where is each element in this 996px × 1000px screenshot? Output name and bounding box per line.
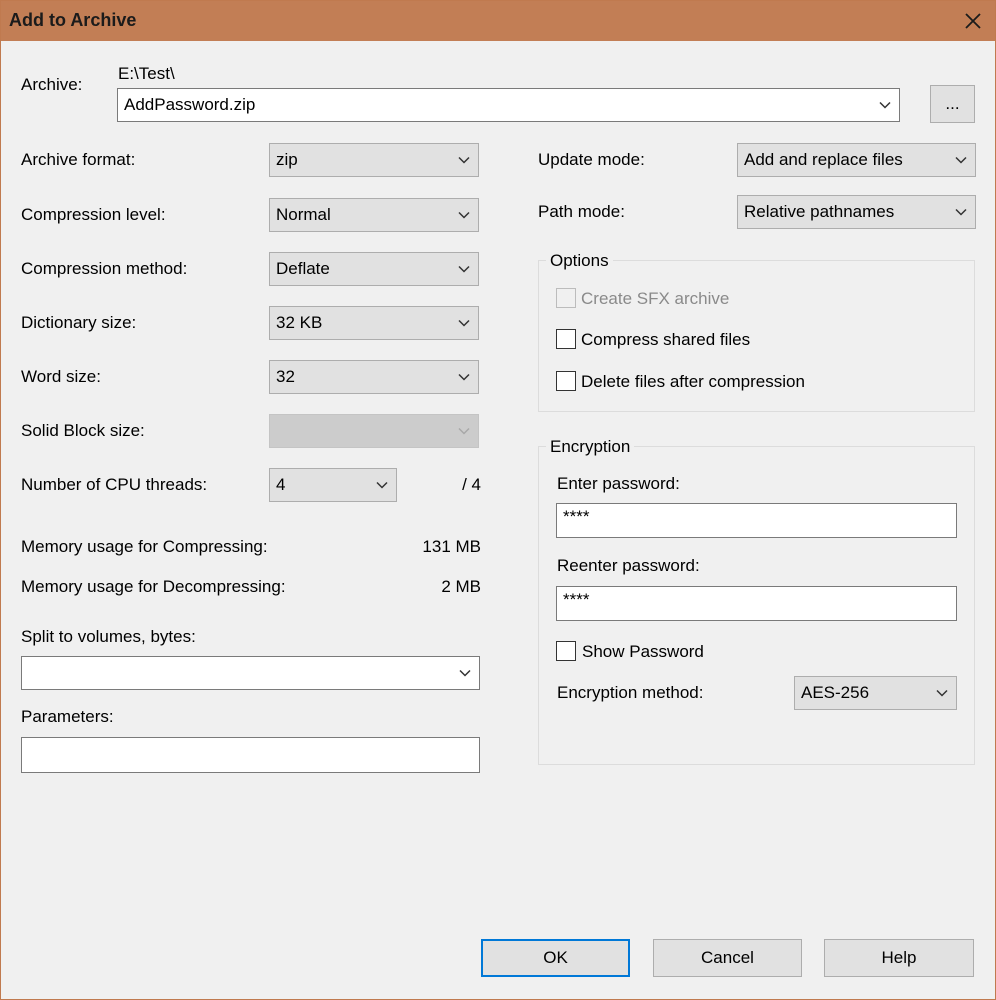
split-volumes-combo[interactable] — [21, 656, 480, 690]
word-size-label: Word size: — [21, 367, 101, 386]
update-mode-label: Update mode: — [538, 150, 645, 169]
dictionary-size-select[interactable]: 32 KB — [269, 306, 479, 340]
options-group-title: Options — [546, 251, 613, 271]
chevron-down-icon — [458, 211, 470, 219]
delete-after-checkbox[interactable] — [556, 371, 576, 391]
archive-format-label: Archive format: — [21, 150, 136, 169]
chevron-down-icon — [936, 689, 948, 697]
compression-method-value: Deflate — [276, 259, 330, 278]
memory-decompress-value: 2 MB — [441, 577, 481, 596]
compression-level-select[interactable]: Normal — [269, 198, 479, 232]
memory-decompress-label: Memory usage for Decompressing: — [21, 577, 286, 596]
create-sfx-checkbox — [556, 288, 576, 308]
add-to-archive-dialog: Add to Archive Archive: E:\Test\ AddPass… — [0, 0, 996, 1000]
chevron-down-icon — [459, 669, 471, 677]
cpu-threads-value: 4 — [276, 475, 286, 494]
memory-compress-label: Memory usage for Compressing: — [21, 537, 268, 556]
compression-method-select[interactable]: Deflate — [269, 252, 479, 286]
help-button[interactable]: Help — [824, 939, 974, 977]
window-title: Add to Archive — [9, 10, 137, 30]
close-icon — [965, 13, 981, 29]
memory-compress-value: 131 MB — [422, 537, 481, 556]
chevron-down-icon — [458, 319, 470, 327]
encryption-group-title: Encryption — [546, 437, 635, 457]
path-mode-value: Relative pathnames — [744, 202, 895, 221]
encryption-method-label: Encryption method: — [557, 683, 704, 702]
cancel-button[interactable]: Cancel — [653, 939, 802, 977]
solid-block-size-select — [269, 414, 479, 448]
chevron-down-icon — [955, 156, 967, 164]
dictionary-size-label: Dictionary size: — [21, 313, 137, 332]
solid-block-size-label: Solid Block size: — [21, 421, 145, 440]
title-bar[interactable]: Add to Archive — [1, 1, 995, 41]
ok-button[interactable]: OK — [481, 939, 630, 977]
parameters-input[interactable] — [21, 737, 480, 773]
compress-shared-checkbox[interactable] — [556, 329, 576, 349]
split-volumes-label: Split to volumes, bytes: — [21, 627, 196, 646]
encryption-method-select[interactable]: AES-256 — [794, 676, 957, 710]
archive-name-value: AddPassword.zip — [124, 95, 256, 114]
archive-path: E:\Test\ — [118, 64, 175, 83]
delete-after-label[interactable]: Delete files after compression — [581, 372, 805, 392]
path-mode-label: Path mode: — [538, 202, 625, 221]
compression-method-label: Compression method: — [21, 259, 188, 278]
create-sfx-label: Create SFX archive — [581, 289, 730, 308]
close-button[interactable] — [951, 1, 995, 41]
browse-button[interactable]: ... — [930, 85, 975, 123]
reenter-password-value: **** — [563, 590, 590, 609]
enter-password-input[interactable]: **** — [556, 503, 957, 538]
archive-name-combo[interactable]: AddPassword.zip — [117, 88, 900, 122]
dictionary-size-value: 32 KB — [276, 313, 323, 332]
enter-password-value: **** — [563, 507, 590, 526]
cpu-threads-label: Number of CPU threads: — [21, 475, 208, 494]
word-size-select[interactable]: 32 — [269, 360, 479, 394]
compression-level-value: Normal — [276, 205, 331, 224]
reenter-password-label: Reenter password: — [557, 556, 700, 575]
update-mode-value: Add and replace files — [744, 150, 903, 169]
enter-password-label: Enter password: — [557, 474, 680, 493]
path-mode-select[interactable]: Relative pathnames — [737, 195, 976, 229]
archive-format-select[interactable]: zip — [269, 143, 479, 177]
cpu-threads-max: / 4 — [462, 475, 481, 494]
cpu-threads-select[interactable]: 4 — [269, 468, 397, 502]
chevron-down-icon — [458, 265, 470, 273]
show-password-checkbox[interactable] — [556, 641, 576, 661]
chevron-down-icon — [458, 427, 470, 435]
chevron-down-icon — [458, 373, 470, 381]
chevron-down-icon — [376, 481, 388, 489]
encryption-method-value: AES-256 — [801, 683, 870, 702]
reenter-password-input[interactable]: **** — [556, 586, 957, 621]
compress-shared-label[interactable]: Compress shared files — [581, 330, 750, 350]
parameters-label: Parameters: — [21, 707, 114, 726]
word-size-value: 32 — [276, 367, 295, 386]
compression-level-label: Compression level: — [21, 205, 166, 224]
update-mode-select[interactable]: Add and replace files — [737, 143, 976, 177]
archive-label: Archive: — [21, 75, 83, 94]
show-password-label[interactable]: Show Password — [582, 642, 704, 662]
chevron-down-icon — [955, 208, 967, 216]
chevron-down-icon — [458, 156, 470, 164]
chevron-down-icon — [879, 101, 891, 109]
archive-format-value: zip — [276, 150, 298, 169]
